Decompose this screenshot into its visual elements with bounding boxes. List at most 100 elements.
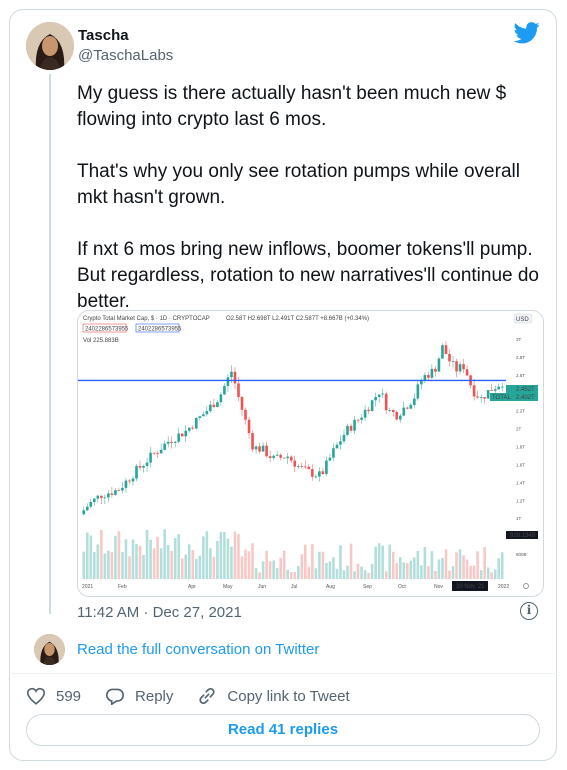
candle-body <box>212 404 216 408</box>
volume-bar <box>395 563 399 579</box>
volume-bar <box>166 544 170 579</box>
small-avatar[interactable] <box>34 634 65 665</box>
x-tick-label: Jul <box>291 584 297 590</box>
candle-body <box>342 434 346 442</box>
candle-body <box>437 358 441 372</box>
volume-bar <box>413 557 416 579</box>
read-replies-button[interactable]: Read 41 replies <box>26 714 540 746</box>
candle-body <box>321 471 325 475</box>
candle-body <box>251 433 254 450</box>
volume-bar <box>149 539 152 579</box>
volume-bar <box>114 535 117 579</box>
volume-bar <box>409 560 413 579</box>
volume-bar <box>437 559 441 579</box>
candle-body <box>300 466 304 467</box>
action-bar: 599 Reply Copy link to Tweet <box>26 685 374 707</box>
candle-body <box>448 354 451 362</box>
author-handle[interactable]: @TaschaLabs <box>78 47 173 64</box>
candle-body <box>441 345 444 359</box>
candle-body <box>318 471 321 477</box>
volume-bar <box>388 544 392 579</box>
candle-body <box>82 510 86 515</box>
tweet-paragraph: If nxt 6 mos bring new inflows, boomer t… <box>77 239 539 312</box>
candle-body <box>391 410 395 413</box>
author-avatar[interactable] <box>26 22 74 70</box>
candle-body <box>486 390 490 399</box>
candle-body <box>223 386 226 395</box>
y-tick-label: 2.2T <box>516 409 525 414</box>
reply-icon <box>106 688 125 705</box>
volume-bar <box>381 545 384 579</box>
candle-body <box>325 460 328 475</box>
volume-bar <box>244 549 247 579</box>
volume-bar <box>342 570 346 579</box>
volume-bar <box>363 570 367 579</box>
volume-bar <box>198 555 202 579</box>
candle-body <box>339 441 342 445</box>
candle-body <box>121 487 124 491</box>
candle-body <box>476 396 479 398</box>
like-button[interactable]: 599 <box>26 687 81 705</box>
x-tick-label: Oct <box>398 584 406 590</box>
candle-body <box>184 430 188 437</box>
volume-bar <box>142 555 145 579</box>
reply-button[interactable]: Reply <box>105 687 173 705</box>
author-name[interactable]: Tascha <box>78 27 129 44</box>
candle-body <box>402 407 406 416</box>
candle-body <box>423 375 427 381</box>
volume-bar <box>180 558 184 579</box>
x-tick-label: Sep <box>363 584 372 590</box>
candle-body <box>388 410 392 411</box>
candle-body <box>142 466 145 468</box>
candle-body <box>416 384 420 399</box>
volume-bar <box>434 570 437 579</box>
candle-body <box>289 456 293 461</box>
read-conversation-link[interactable]: Read the full conversation on Twitter <box>77 641 319 658</box>
candle-body <box>293 460 297 467</box>
candle-body <box>455 361 458 372</box>
volume-bar <box>212 556 216 579</box>
volume-bar <box>300 554 304 579</box>
volume-bar <box>194 558 198 579</box>
candle-body <box>230 371 233 378</box>
market-cap-chart: Crypto Total Market Cap, $ · 1D · CRYPTO… <box>78 311 543 596</box>
total-label: TOTAL <box>492 395 511 401</box>
volume-bar <box>289 572 293 579</box>
candle-body <box>483 397 486 399</box>
candle-body <box>247 419 251 434</box>
volume-bar <box>107 550 110 579</box>
volume-bar <box>441 558 444 579</box>
candle-body <box>233 371 237 384</box>
volume-bar <box>233 531 237 579</box>
info-icon[interactable]: i <box>520 602 538 620</box>
candle-body <box>265 445 268 457</box>
candle-body <box>128 480 131 482</box>
volume-bar <box>223 532 226 579</box>
copy-link-button[interactable]: Copy link to Tweet <box>197 686 350 706</box>
y-tick-label: 600B <box>516 552 527 557</box>
volume-bar <box>100 529 103 579</box>
y-tick-label: 1.4T <box>516 480 525 485</box>
link-icon <box>199 687 215 705</box>
volume-bar <box>427 566 430 579</box>
volume-bar <box>282 550 286 579</box>
volume-bar <box>96 544 100 579</box>
candle-body <box>349 425 353 431</box>
candle-body <box>191 427 195 429</box>
y-tick-label: 1T <box>516 516 522 521</box>
volume-bar <box>138 545 142 579</box>
candle-body <box>430 368 434 378</box>
candle-body <box>138 466 142 468</box>
candle-body <box>219 394 223 403</box>
tweet-timestamp[interactable]: 11:42 AM · Dec 27, 2021 <box>77 604 242 621</box>
volume-bar <box>128 556 131 579</box>
candle-body <box>89 502 93 507</box>
candle-body <box>307 466 311 470</box>
tweet-paragraph: That's why you only see rotation pumps w… <box>77 161 520 208</box>
chart-image[interactable]: Crypto Total Market Cap, $ · 1D · CRYPTO… <box>77 310 544 597</box>
volume-bar <box>307 566 311 579</box>
tweet-paragraph: My guess is there actually hasn't been m… <box>77 83 507 130</box>
candle-body <box>367 409 370 411</box>
candle-body <box>398 415 402 420</box>
twitter-bird-icon[interactable] <box>514 22 540 44</box>
